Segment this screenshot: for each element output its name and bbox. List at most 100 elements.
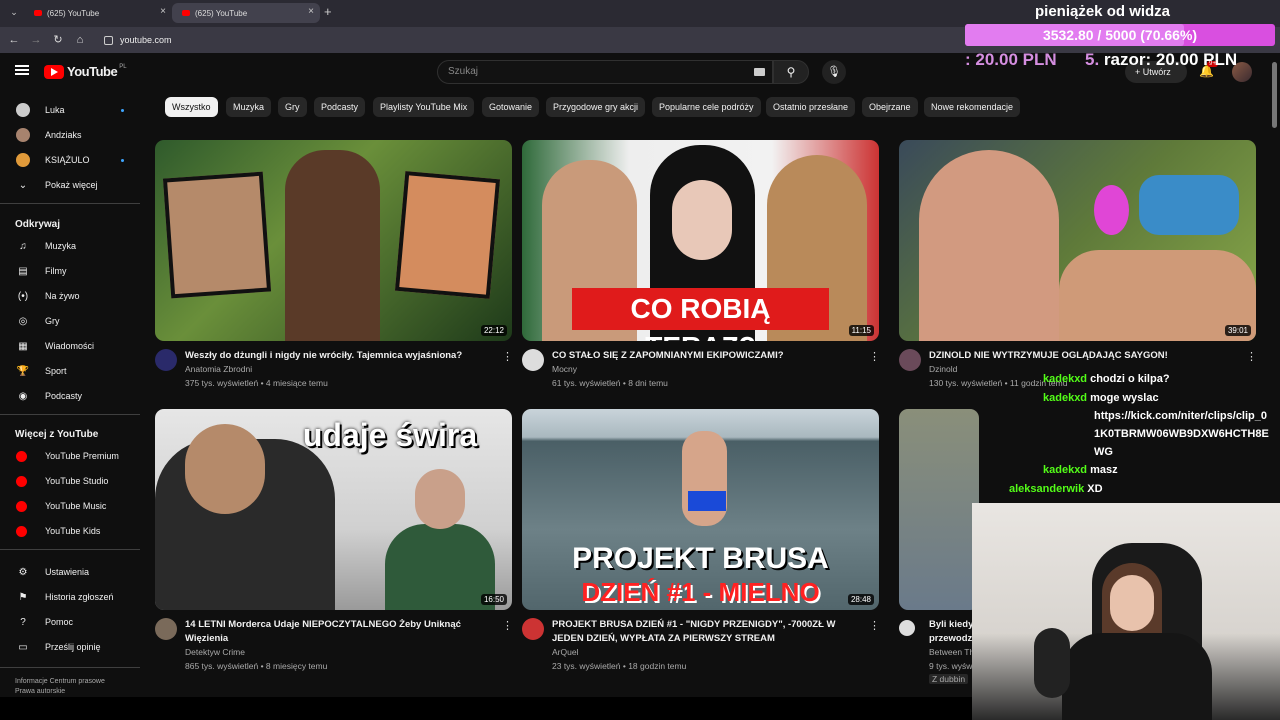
back-arrow-icon[interactable]: ← [5,31,23,49]
chip-new-recommendations[interactable]: Nowe rekomendacje [924,97,1021,117]
video-title[interactable]: CO STAŁO SIĘ Z ZAPOMNIANYMI EKIPOWICZAMI… [552,349,852,363]
footer-links[interactable]: Prawa autorskie [15,688,65,695]
chip-mix[interactable]: Playlisty YouTube Mix [373,97,475,117]
channel-name[interactable]: Dzinold [929,364,957,374]
close-icon[interactable]: × [308,6,314,17]
sidebar-item-games[interactable]: ◎ Gry [0,309,140,333]
bottom-bar [0,697,972,720]
sidebar-item-label: YouTube Premium [45,451,119,461]
voice-search-button[interactable]: 🎙 [822,60,846,84]
video-title[interactable]: PROJEKT BRUSA DZIEŃ #1 - "NIGDY PRZENIGD… [552,618,852,646]
sidebar-item-label: Gry [45,316,60,326]
sidebar-item-ksiazulo[interactable]: KSIĄŻULO [0,148,140,172]
chip-games[interactable]: Gry [278,97,307,117]
channel-name[interactable]: ArQuel [552,647,578,657]
channel-avatar[interactable] [155,349,177,371]
forward-arrow-icon[interactable]: → [27,31,45,49]
search-button[interactable]: ⚲ [773,60,809,84]
avatar[interactable] [1232,62,1252,82]
more-vert-icon[interactable]: ⋮ [1246,350,1257,363]
video-thumbnail[interactable]: PROJEKT BRUSA DZIEŃ #1 - MIELNO 28:48 [522,409,879,610]
chip-all[interactable]: Wszystko [165,97,218,117]
more-vert-icon[interactable]: ⋮ [869,350,880,363]
video-thumbnail[interactable]: CO ROBIĄ TERAZ? 11:15 [522,140,879,341]
channel-name[interactable]: Anatomia Zbrodni [185,364,252,374]
channel-name[interactable]: Detektyw Crime [185,647,245,657]
chat-message: kadekxd masz [1043,464,1118,476]
sidebar-item-music[interactable]: ♫ Muzyka [0,234,140,258]
sidebar-item-label: KSIĄŻULO [45,155,90,165]
sidebar-item-music-app[interactable]: YouTube Music [0,494,140,518]
chat-username: kadekxd [1043,373,1088,385]
menu-hamburger-icon[interactable] [15,65,29,75]
chip-travel[interactable]: Popularne cele podróży [652,97,761,117]
sidebar-item-podcasts[interactable]: ◉ Podcasty [0,384,140,408]
sidebar-item-help[interactable]: ? Pomoc [0,610,140,634]
more-vert-icon[interactable]: ⋮ [502,350,513,363]
channel-avatar[interactable] [522,618,544,640]
video-title[interactable]: 14 LETNI Morderca Udaje NIEPOCZYTALNEGO … [185,618,485,646]
reload-icon[interactable]: ↻ [49,31,67,49]
youtube-studio-icon [16,475,27,487]
chip-music[interactable]: Muzyka [226,97,272,117]
sidebar-item-andziaks[interactable]: Andziaks [0,123,140,147]
section-heading-explore: Odkrywaj [15,219,61,230]
keyboard-icon[interactable] [754,68,765,76]
video-meta: 375 tys. wyświetleń • 4 miesiące temu [185,378,328,388]
sidebar-item-studio[interactable]: YouTube Studio [0,469,140,493]
sidebar-item-luka[interactable]: Luka [0,98,140,122]
channel-avatar[interactable] [899,349,921,371]
chip-adventure-games[interactable]: Przygodowe gry akcji [546,97,646,117]
video-thumbnail[interactable]: 22:12 [155,140,512,341]
sidebar-item-label: Filmy [45,266,67,276]
footer-links[interactable]: Informacje Centrum prasowe [15,678,105,685]
new-tab-plus-icon[interactable]: + [324,4,332,19]
scrollbar-thumb[interactable] [1272,62,1277,128]
sidebar-item-label: Ustawienia [45,567,90,577]
sidebar-item-settings[interactable]: ⚙ Ustawienia [0,560,140,584]
sidebar-item-report-history[interactable]: ⚑ Historia zgłoszeń [0,585,140,609]
chip-cooking[interactable]: Gotowanie [482,97,540,117]
channel-avatar[interactable] [522,349,544,371]
sidebar-item-sport[interactable]: 🏆 Sport [0,359,140,383]
sidebar-item-label: Pokaż więcej [45,180,98,190]
sidebar-item-live[interactable]: (•) Na żywo [0,284,140,308]
search-input[interactable]: Szukaj [437,60,773,84]
channel-avatar[interactable] [899,620,915,636]
create-button[interactable]: + Utwórz [1125,61,1187,83]
sidebar-item-premium[interactable]: YouTube Premium [0,444,140,468]
sidebar-item-films[interactable]: ▤ Filmy [0,259,140,283]
sidebar-item-kids[interactable]: YouTube Kids [0,519,140,543]
video-thumbnail[interactable]: udaje świra 16:50 [155,409,512,610]
sidebar-item-feedback[interactable]: ▭ Prześlij opinię [0,635,140,659]
chip-podcasts[interactable]: Podcasty [314,97,366,117]
url-field[interactable]: youtube.com [100,32,960,49]
show-more-button[interactable]: ⌄ Pokaż więcej [0,173,140,197]
divider [0,667,140,668]
channel-name[interactable]: Mocny [552,364,577,374]
more-vert-icon[interactable]: ⋮ [502,619,513,632]
tab-list-chevron-icon[interactable]: ⌄ [6,4,22,20]
video-title[interactable]: Weszły do dżungli i nigdy nie wróciły. T… [185,349,485,363]
video-thumbnail[interactable] [899,409,979,610]
person-figure [1062,633,1212,720]
balloon [1094,185,1129,235]
video-thumbnail[interactable]: 39:01 [899,140,1256,341]
channel-avatar [16,103,30,117]
channel-name[interactable]: Between Th [929,647,974,657]
sidebar-item-news[interactable]: ▦ Wiadomości [0,334,140,358]
close-icon[interactable]: × [160,6,166,17]
chip-recent[interactable]: Ostatnio przesłane [766,97,856,117]
browser-tab[interactable]: (625) YouTube × [24,3,172,23]
more-vert-icon[interactable]: ⋮ [869,619,880,632]
chip-watched[interactable]: Obejrzane [862,97,918,117]
video-title[interactable]: DZINOLD NIE WYTRZYMUJE OGLĄDAJĄC SAYGON! [929,349,1229,363]
home-icon[interactable]: ⌂ [71,31,89,49]
youtube-logo[interactable]: YouTube PL [44,64,127,79]
site-info-icon[interactable] [104,36,113,45]
person-figure [385,524,495,610]
channel-avatar[interactable] [155,618,177,640]
sidebar-item-label: Sport [45,366,67,376]
browser-tab-active[interactable]: (625) YouTube × [172,3,320,23]
thumbnail-text: PROJEKT BRUSA [572,542,829,575]
